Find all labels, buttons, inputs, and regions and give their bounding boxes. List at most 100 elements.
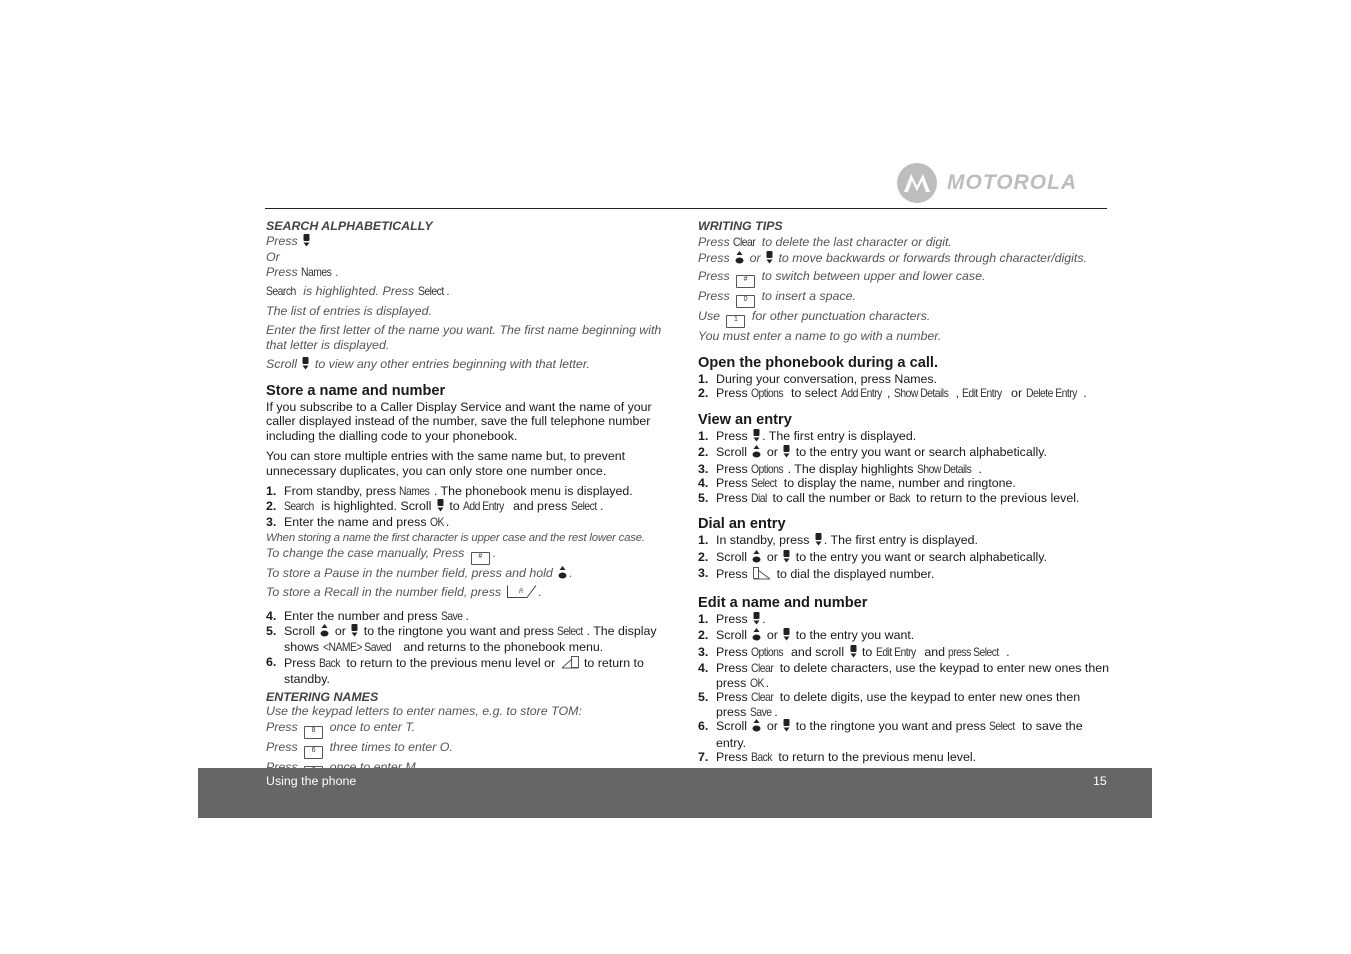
text: . [465,609,469,623]
text: Use the keypad letters to enter names, e… [266,704,582,718]
subheading: SEARCH ALPHABETICALLY [266,219,680,234]
text: To store a Recall in the number field, p… [266,585,505,599]
text: Edit a name and number [698,594,868,611]
display-keyword: Show Details [893,386,949,400]
keypad-key-icon: # [470,552,490,565]
text: Press [716,567,752,581]
list-number: 2. [266,498,277,513]
display-keyword: Select [989,719,1016,733]
list-number: 5. [698,690,709,704]
scroll-down-icon [351,623,358,641]
scroll-down-icon [753,428,760,446]
list-number: 1. [266,484,277,498]
text: . [600,498,604,513]
text: once to enter T. [326,719,416,734]
text: During your conversation, press Names. [716,371,938,386]
display-keyword: Back [751,750,773,764]
talk-key-icon [753,566,771,584]
display-keyword: Back [888,490,910,505]
text: Scroll [266,357,301,371]
paragraph: Search is highlighted. Press Select. [266,284,680,299]
display-keyword: Clear [733,234,756,249]
text: Press [716,750,752,764]
text: or [746,250,765,265]
display-keyword: Options [751,644,784,659]
page-footer: Using the phone 15 [198,768,1152,818]
text: Press [716,428,752,443]
section-heading: Store a name and number [266,383,680,400]
scroll-up-icon [558,566,567,584]
text: Press [716,490,752,505]
list-item: 6. Press Back to return to the previous m… [266,655,680,687]
list-item: 2. Search is highlighted. Scroll to Add E… [266,498,680,516]
text: . [538,585,542,599]
text: . [978,461,982,476]
list-number: 5. [698,490,709,505]
list-item: 3. Enter the name and press OK. [266,515,680,530]
text: Dial an entry [698,516,786,532]
display-keyword: Dial [751,490,767,505]
text: . [774,704,778,719]
text: to switch between upper and lower case. [758,268,986,283]
text: to return to the previous menu level. [774,750,977,764]
text: to dial the displayed number. [773,567,935,581]
left-column: SEARCH ALPHABETICALLY Press Or Press Names… [266,219,680,779]
list-number: 2. [698,549,709,564]
text: . [446,284,451,298]
footer-section-title: Using the phone [266,774,357,788]
list-number: 6. [698,719,709,733]
scroll-up-icon [320,623,329,641]
list-number: 5. [266,623,277,638]
text: to the ringtone you want and press [792,719,990,733]
text: to call the number or [769,490,889,505]
text: Scroll [284,623,319,638]
list-item: 5. Scroll or to the ringtone you want and… [266,623,680,655]
display-keyword: press Select [948,644,1000,659]
text: Press [698,234,734,249]
paragraph: To change the case manually, Press #. [266,545,680,565]
display-keyword: Search [266,284,296,298]
text: is highlighted. Press [299,284,418,298]
list-number: 2. [698,386,709,400]
scroll-down-icon [302,357,309,374]
text: Press [266,233,302,248]
text: Or [266,250,280,264]
list-item: 1. Press . The first entry is displayed. [698,428,1112,446]
list-item: 1. In standby, press . The first entry is… [698,533,1112,550]
display-keyword: Edit Entry [962,386,1003,400]
paragraph: You must enter a name to go with a numbe… [698,328,1112,344]
text: . [762,611,766,626]
display-keyword: Select [751,476,777,490]
display-keyword: Add Entry [463,498,504,513]
scroll-down-icon [850,644,857,662]
display-keyword: Select [417,284,444,298]
paragraph: You can store multiple entries with the … [266,449,680,478]
text: . [569,566,573,580]
list-item: 4. Press Select to display the name, numb… [698,476,1112,491]
text: Press [284,655,320,670]
recall-key-icon: R [506,585,537,603]
text: . The phonebook menu is displayed. [433,484,633,498]
text: to display the name, number and ringtone… [780,476,1016,490]
list-item: 3. Press to dial the displayed number. [698,566,1112,584]
text: View an entry [698,411,792,428]
scroll-down-icon [303,233,310,251]
text: . [765,675,770,690]
text: When storing a name the first character … [266,531,645,544]
list-item: 1. During your conversation, press Names. [698,372,1112,387]
paragraph: Press Names. [266,265,680,280]
display-keyword: Save [441,609,463,623]
list-number: 4. [698,661,709,675]
list-item: 2. Scroll or to the entry you want or sea… [698,549,1112,567]
text: Scroll [716,549,751,564]
list-item: 5. Press Dial to call the number or Back … [698,491,1112,506]
text: . The first entry is displayed. [762,428,917,443]
text: to return to the previous menu level or [342,655,559,670]
paragraph: Press [266,233,680,251]
logo-wordmark: MOTOROLA [947,171,1078,194]
text: You must enter a name to go with a numbe… [698,328,942,343]
text: to [445,498,464,513]
text: WRITING TIPS [698,219,783,233]
paragraph: Press # to switch between upper and lowe… [698,268,1112,288]
paragraph: Press 8 once to enter T. [266,719,680,739]
